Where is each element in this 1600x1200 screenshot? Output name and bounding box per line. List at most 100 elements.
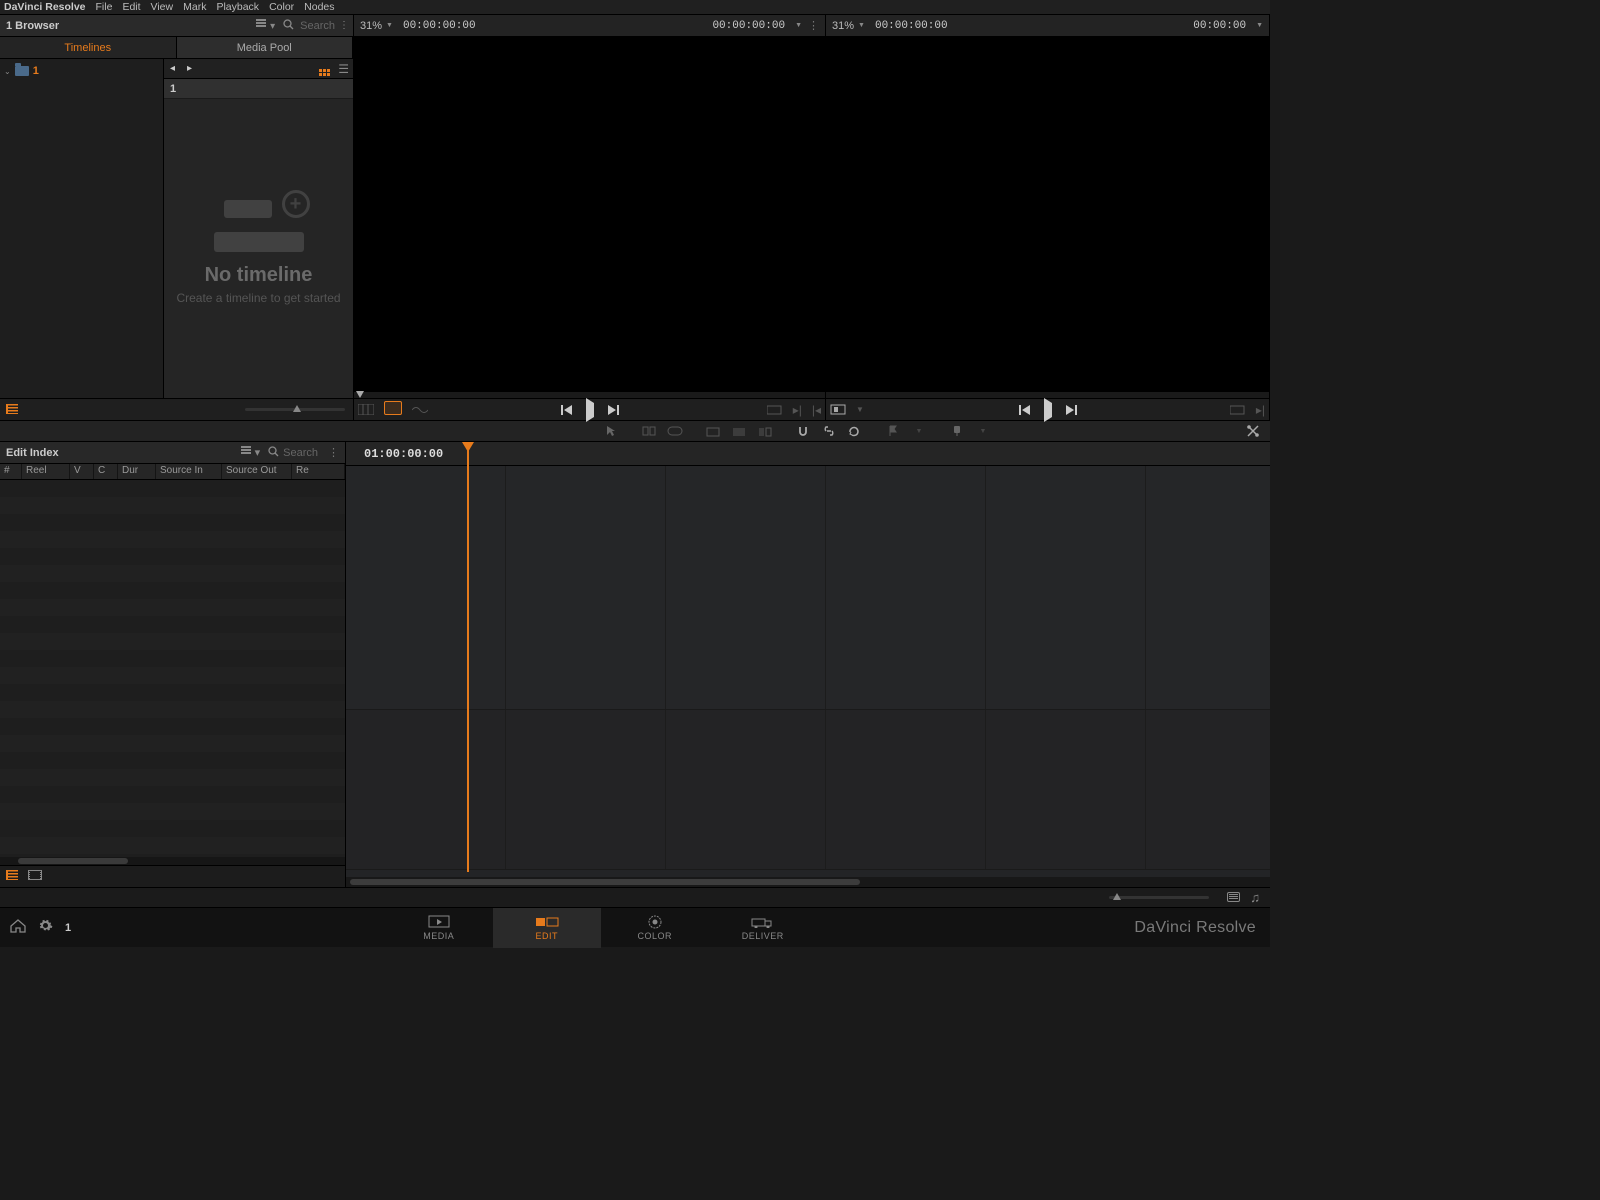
source-viewport[interactable] — [354, 37, 825, 392]
flag-icon[interactable] — [882, 422, 904, 440]
keyboard-icon[interactable] — [1227, 891, 1240, 905]
timeline-hscroll[interactable] — [346, 877, 1270, 887]
menu-nodes[interactable]: Nodes — [304, 1, 334, 13]
timeline-ruler[interactable]: 01:00:00:00 — [346, 442, 1270, 466]
flag-caret-icon[interactable]: ▼ — [908, 422, 930, 440]
col-reel[interactable]: Reel — [22, 464, 70, 479]
src-tc-left[interactable]: 00:00:00:00 — [403, 20, 476, 32]
nav-fwd-icon[interactable]: ▸ — [187, 63, 192, 74]
search-icon[interactable] — [279, 19, 298, 33]
timeline-viewport[interactable] — [826, 37, 1269, 392]
browser-options-icon[interactable]: ⋮ — [335, 20, 353, 31]
ei-search[interactable]: Search — [283, 447, 318, 459]
src-out-icon[interactable]: |◂ — [812, 403, 821, 417]
menu-edit[interactable]: Edit — [122, 1, 140, 13]
src-tc-right[interactable]: 00:00:00:00 — [712, 20, 785, 32]
playhead[interactable] — [468, 442, 474, 452]
tab-mediapool[interactable]: Media Pool — [177, 37, 354, 58]
middle-area: Edit Index ▾ Search ⋮ # Reel V C Dur Sou… — [0, 442, 1270, 887]
fit-tool-icon[interactable] — [728, 422, 750, 440]
video-track[interactable] — [346, 466, 1270, 710]
overwrite-tool-icon[interactable] — [664, 422, 686, 440]
page-color[interactable]: COLOR — [601, 908, 709, 948]
clip-row[interactable]: 1 — [164, 79, 353, 99]
home-icon[interactable] — [10, 919, 26, 937]
zoom-caret-icon[interactable]: ▼ — [858, 22, 865, 29]
gear-icon[interactable] — [38, 918, 53, 937]
project-name[interactable]: 1 — [65, 922, 71, 934]
page-edit[interactable]: EDIT — [493, 908, 601, 948]
ei-search-icon[interactable] — [264, 446, 283, 460]
thumb-size-slider[interactable] — [245, 408, 345, 411]
menu-view[interactable]: View — [151, 1, 174, 13]
src-match-icon[interactable] — [767, 405, 783, 415]
src-zoom[interactable]: 31% — [360, 20, 382, 32]
col-v[interactable]: V — [70, 464, 94, 479]
col-c[interactable]: C — [94, 464, 118, 479]
editindex-hscroll[interactable] — [0, 857, 345, 865]
ei-indent-icon[interactable] — [6, 870, 18, 883]
list-view-icon[interactable]: ☰ — [338, 62, 349, 76]
insert-tool-icon[interactable] — [638, 422, 660, 440]
replace-tool-icon[interactable] — [702, 422, 724, 440]
tl-caret-icon[interactable]: ▼ — [856, 405, 864, 414]
menu-playback[interactable]: Playback — [216, 1, 259, 13]
tl-out-icon[interactable]: ▸| — [1256, 403, 1265, 417]
src-next-icon[interactable] — [608, 405, 619, 415]
col-re[interactable]: Re — [292, 464, 345, 479]
tl-match-icon[interactable] — [1230, 405, 1246, 415]
col-srcout[interactable]: Source Out — [222, 464, 292, 479]
loop-icon[interactable] — [844, 422, 866, 440]
tl-play-icon[interactable] — [1044, 403, 1052, 417]
timeline-tracks[interactable] — [346, 466, 1270, 877]
sort-icon[interactable]: ▾ — [252, 19, 279, 32]
tl-tc-left[interactable]: 00:00:00:00 — [875, 20, 948, 32]
src-options-icon[interactable]: ⋮ — [808, 19, 819, 32]
menu-color[interactable]: Color — [269, 1, 294, 13]
snap-icon[interactable] — [792, 422, 814, 440]
browser-search[interactable]: Search — [300, 20, 335, 32]
arrow-tool-icon[interactable] — [600, 422, 622, 440]
zoom-caret-icon[interactable]: ▼ — [386, 22, 393, 29]
empty-sub: Create a timeline to get started — [176, 291, 340, 305]
src-mode-a-icon[interactable] — [358, 404, 374, 415]
marker-caret-icon[interactable]: ▼ — [972, 422, 994, 440]
tl-prev-icon[interactable] — [1019, 405, 1030, 415]
marker-icon[interactable] — [946, 422, 968, 440]
menu-mark[interactable]: Mark — [183, 1, 206, 13]
grid-view-icon[interactable] — [319, 61, 330, 76]
page-deliver[interactable]: DELIVER — [709, 908, 817, 948]
tl-tc-right[interactable]: 00:00:00 — [1193, 20, 1246, 32]
customize-icon[interactable] — [1242, 422, 1264, 440]
ripple-tool-icon[interactable] — [754, 422, 776, 440]
page-media[interactable]: MEDIA — [385, 908, 493, 948]
tl-mode-icon[interactable] — [830, 404, 846, 415]
clip-area: ◂ ▸ ☰ 1 + No timeline Create a timeline … — [164, 59, 353, 398]
edit-page-icon — [535, 915, 559, 929]
src-mode-c-icon[interactable] — [412, 405, 428, 415]
src-play-icon[interactable] — [586, 403, 594, 417]
ei-film-icon[interactable] — [28, 870, 42, 883]
folder-row[interactable]: ⌄ 1 — [4, 63, 159, 79]
audio-track[interactable] — [346, 710, 1270, 870]
src-in-icon[interactable]: ▸| — [793, 403, 802, 417]
dropdown-caret-icon[interactable]: ▼ — [1256, 22, 1263, 29]
audio-icon[interactable]: ♫ — [1250, 890, 1260, 905]
tl-next-icon[interactable] — [1066, 405, 1077, 415]
tab-timelines[interactable]: Timelines — [0, 37, 177, 58]
dropdown-caret-icon[interactable]: ▼ — [795, 22, 802, 29]
ei-options-icon[interactable]: ⋮ — [322, 446, 345, 459]
menu-file[interactable]: File — [96, 1, 113, 13]
src-prev-icon[interactable] — [561, 405, 572, 415]
src-mode-b-icon[interactable] — [384, 401, 402, 418]
editindex-body[interactable] — [0, 480, 345, 857]
link-icon[interactable] — [818, 422, 840, 440]
col-num[interactable]: # — [0, 464, 22, 479]
index-toggle-icon[interactable] — [6, 403, 18, 417]
tl-zoom[interactable]: 31% — [832, 20, 854, 32]
zoom-slider[interactable] — [1109, 896, 1209, 899]
col-srcin[interactable]: Source In — [156, 464, 222, 479]
nav-back-icon[interactable]: ◂ — [170, 63, 175, 74]
col-dur[interactable]: Dur — [118, 464, 156, 479]
ei-sort-icon[interactable]: ▾ — [237, 446, 265, 459]
